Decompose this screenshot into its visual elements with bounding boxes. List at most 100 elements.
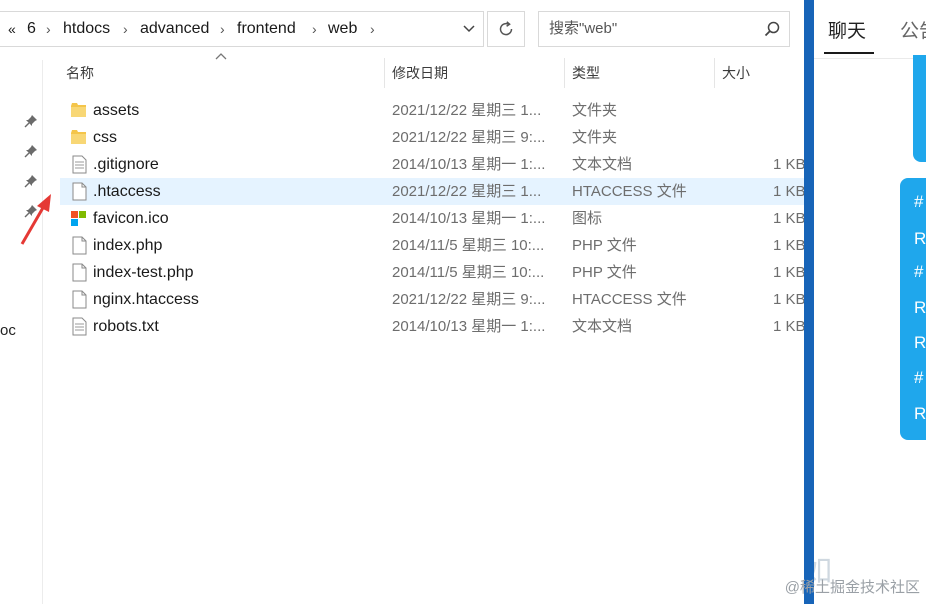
text-file-icon	[72, 317, 87, 336]
file-name[interactable]: .htaccess	[93, 178, 161, 205]
column-separator[interactable]	[564, 58, 565, 88]
tab-announcement[interactable]: 公告	[900, 16, 926, 43]
file-size: 1 KB	[773, 156, 804, 173]
file-type: 文本文档	[572, 156, 633, 173]
breadcrumb-overflow[interactable]: «	[8, 12, 16, 46]
file-size: 1 KB	[773, 264, 804, 281]
refresh-button[interactable]	[487, 11, 525, 47]
file-size: 1 KB	[773, 183, 804, 200]
breadcrumb-chevron-icon[interactable]: ›	[46, 12, 51, 46]
breadcrumb-item-advanced[interactable]: advanced	[140, 12, 209, 46]
file-row[interactable]: index.php 2014/11/5 星期三 10:... PHP 文件 1 …	[60, 232, 804, 259]
file-type: HTACCESS 文件	[572, 183, 687, 200]
chat-header-divider	[814, 58, 926, 59]
file-name[interactable]: nginx.htaccess	[93, 286, 199, 313]
chat-message-bubble[interactable]: # R # R R # R	[900, 178, 926, 440]
file-date: 2014/10/13 星期一 1:...	[392, 318, 546, 335]
search-input[interactable]: 搜索"web"	[549, 12, 617, 46]
search-box[interactable]: 搜索"web"	[538, 11, 790, 47]
file-type: 文本文档	[572, 318, 633, 335]
file-date: 2014/11/5 星期三 10:...	[392, 264, 545, 281]
file-size: 1 KB	[773, 318, 804, 335]
breadcrumb-item-htdocs[interactable]: htdocs	[63, 12, 110, 46]
column-header-date[interactable]: 修改日期	[386, 60, 564, 88]
file-date: 2021/12/22 星期三 1...	[392, 183, 542, 200]
file-row[interactable]: robots.txt 2014/10/13 星期一 1:... 文本文档 1 K…	[60, 313, 804, 340]
nav-item-partial[interactable]: oc	[0, 322, 16, 339]
file-date: 2014/11/5 星期三 10:...	[392, 237, 545, 254]
file-type: 文件夹	[572, 129, 618, 146]
chat-panel: 聊天 公告 # R # R R # R 如	[814, 0, 926, 604]
file-date: 2021/12/22 星期三 9:...	[392, 129, 546, 146]
tab-chat[interactable]: 聊天	[828, 16, 866, 43]
file-name[interactable]: .gitignore	[93, 151, 159, 178]
file-name[interactable]: index.php	[93, 232, 162, 259]
file-row[interactable]: css 2021/12/22 星期三 9:... 文件夹	[60, 124, 804, 151]
breadcrumb-item-frontend[interactable]: frontend	[237, 12, 296, 46]
file-type: 图标	[572, 210, 603, 227]
active-tab-indicator	[824, 52, 874, 54]
message-text: R	[914, 333, 926, 352]
file-name[interactable]: css	[93, 124, 117, 151]
folder-icon	[71, 130, 86, 144]
file-type: HTACCESS 文件	[572, 291, 687, 308]
file-icon	[72, 263, 87, 282]
column-separator[interactable]	[714, 58, 715, 88]
file-name[interactable]: assets	[93, 97, 139, 124]
chevron-down-icon	[463, 25, 475, 33]
column-header-type[interactable]: 类型	[566, 60, 714, 88]
message-text: #	[914, 262, 924, 281]
file-date: 2014/10/13 星期一 1:...	[392, 156, 546, 173]
message-text: R	[914, 229, 926, 248]
window-divider	[804, 0, 814, 604]
breadcrumb-item-web[interactable]: web	[328, 12, 357, 46]
sort-ascending-icon	[215, 53, 227, 60]
address-bar[interactable]: « 6 › htdocs › advanced › frontend › web…	[0, 11, 484, 47]
pin-icon[interactable]	[24, 114, 38, 128]
file-name[interactable]: index-test.php	[93, 259, 194, 286]
text-file-icon	[72, 155, 87, 174]
image-icon	[71, 211, 86, 226]
column-header-size[interactable]: 大小	[716, 60, 804, 88]
file-type: 文件夹	[572, 102, 618, 119]
column-separator[interactable]	[384, 58, 385, 88]
file-date: 2021/12/22 星期三 9:...	[392, 291, 546, 308]
nav-pane-divider	[42, 60, 43, 604]
file-icon	[72, 182, 87, 201]
breadcrumb-chevron-icon[interactable]: ›	[370, 12, 375, 46]
breadcrumb-chevron-icon[interactable]: ›	[220, 12, 225, 46]
pin-icon[interactable]	[24, 174, 38, 188]
file-name[interactable]: robots.txt	[93, 313, 159, 340]
message-text: R	[914, 404, 926, 423]
file-type: PHP 文件	[572, 237, 637, 254]
breadcrumb-chevron-icon[interactable]: ›	[123, 12, 128, 46]
refresh-icon	[499, 21, 513, 36]
breadcrumb-chevron-icon[interactable]: ›	[312, 12, 317, 46]
file-date: 2014/10/13 星期一 1:...	[392, 210, 546, 227]
column-header-name[interactable]: 名称	[60, 60, 384, 88]
message-text: #	[914, 192, 924, 211]
file-row-selected[interactable]: .htaccess 2021/12/22 星期三 1... HTACCESS 文…	[60, 178, 804, 205]
pin-icon[interactable]	[24, 144, 38, 158]
search-icon[interactable]	[763, 20, 781, 38]
file-row[interactable]: .gitignore 2014/10/13 星期一 1:... 文本文档 1 K…	[60, 151, 804, 178]
file-size: 1 KB	[773, 210, 804, 227]
address-history-dropdown[interactable]	[456, 12, 482, 46]
file-row[interactable]: index-test.php 2014/11/5 星期三 10:... PHP …	[60, 259, 804, 286]
file-size: 1 KB	[773, 291, 804, 308]
file-date: 2021/12/22 星期三 1...	[392, 102, 542, 119]
file-type: PHP 文件	[572, 264, 637, 281]
message-text: R	[914, 298, 926, 317]
file-size: 1 KB	[773, 237, 804, 254]
message-text: #	[914, 368, 924, 387]
breadcrumb-item-6[interactable]: 6	[27, 12, 36, 46]
file-row[interactable]: nginx.htaccess 2021/12/22 星期三 9:... HTAC…	[60, 286, 804, 313]
chat-message-bubble[interactable]	[913, 55, 926, 162]
watermark: @稀土掘金技术社区	[784, 579, 920, 596]
folder-icon	[71, 103, 86, 117]
file-icon	[72, 290, 87, 309]
file-name[interactable]: favicon.ico	[93, 205, 169, 232]
file-row[interactable]: assets 2021/12/22 星期三 1... 文件夹	[60, 97, 804, 124]
red-arrow-annotation	[20, 194, 51, 245]
file-row[interactable]: favicon.ico 2014/10/13 星期一 1:... 图标 1 KB	[60, 205, 804, 232]
